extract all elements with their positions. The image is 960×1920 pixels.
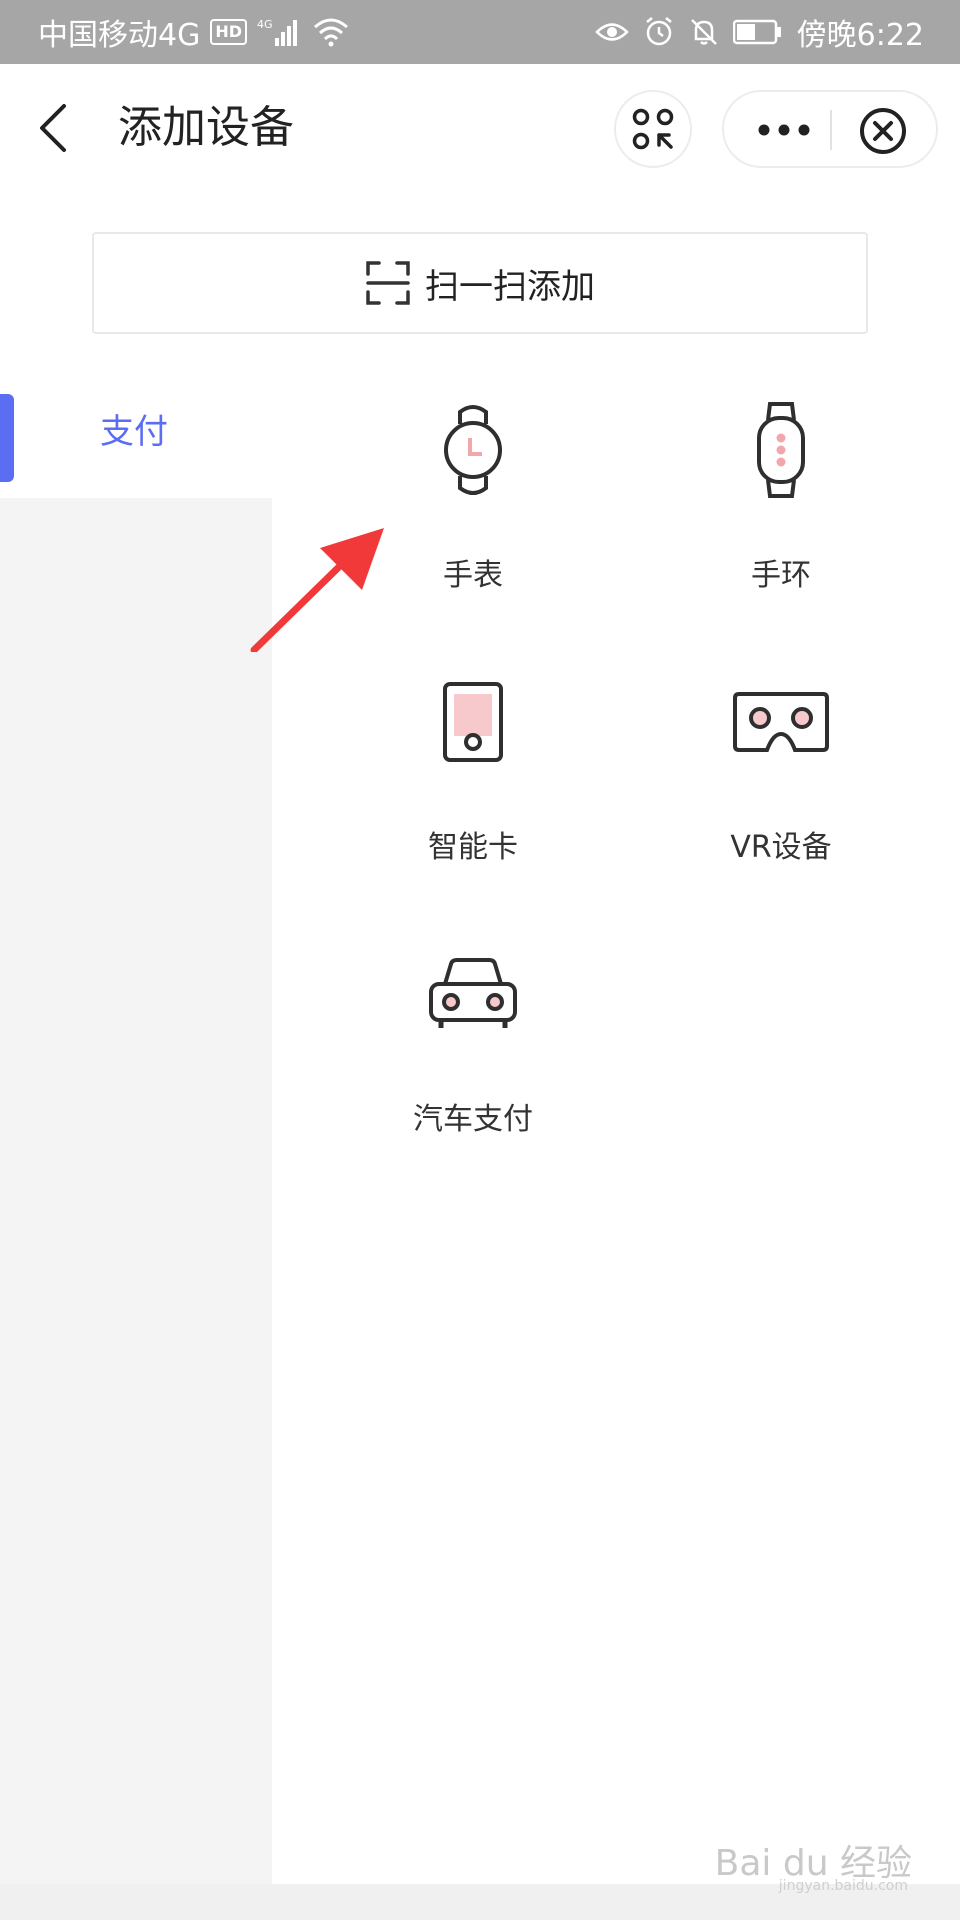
scan-code-icon xyxy=(632,108,674,150)
hd-badge: HD xyxy=(210,19,248,45)
device-item-watch[interactable]: 手表 xyxy=(358,400,588,640)
device-item-car-payment[interactable]: 汽车支付 xyxy=(358,944,588,1184)
annotation-arrow-icon xyxy=(250,528,384,652)
band-icon xyxy=(731,400,831,500)
device-item-smart-card[interactable]: 智能卡 xyxy=(358,672,588,912)
mini-program-scan-button[interactable] xyxy=(614,90,692,168)
close-button[interactable] xyxy=(858,106,908,156)
device-label: 手环 xyxy=(751,558,811,593)
mute-bell-icon xyxy=(689,17,719,47)
more-button[interactable] xyxy=(754,108,814,152)
battery-icon xyxy=(732,19,783,45)
back-button[interactable] xyxy=(36,98,84,158)
device-label: 智能卡 xyxy=(428,830,518,865)
scan-add-button[interactable]: 扫一扫添加 xyxy=(92,232,868,334)
nav-header: 添加设备 xyxy=(0,64,960,192)
capsule-menu xyxy=(722,90,938,168)
device-label: 汽车支付 xyxy=(413,1102,533,1137)
device-item-band[interactable]: 手环 xyxy=(666,400,896,640)
signal-icon: 4G xyxy=(257,16,303,48)
vr-headset-icon xyxy=(731,672,831,772)
smart-card-icon xyxy=(423,672,523,772)
device-label: 手表 xyxy=(443,558,503,593)
close-circle-icon xyxy=(860,108,906,154)
category-sidebar: 支付 xyxy=(0,376,272,1884)
more-dots-icon xyxy=(758,124,810,136)
scan-add-label: 扫一扫添加 xyxy=(425,266,595,307)
active-category-indicator xyxy=(0,394,14,482)
alarm-icon xyxy=(643,16,675,48)
scan-frame-icon xyxy=(366,261,410,305)
watch-icon xyxy=(423,400,523,500)
clock-label: 傍晚6:22 xyxy=(796,18,924,53)
status-bar: 中国移动4G HD 4G 傍晚6:22 xyxy=(0,0,960,64)
watermark-sub: jingyan.baidu.com xyxy=(778,1878,908,1894)
device-label: VR设备 xyxy=(730,830,832,865)
capsule-divider xyxy=(830,110,832,150)
wifi-icon xyxy=(313,17,349,47)
eye-icon xyxy=(594,19,629,45)
status-right: 傍晚6:22 xyxy=(594,0,924,64)
network-type-label: 4G xyxy=(257,18,273,31)
carrier-label: 中国移动4G xyxy=(38,18,201,53)
page-title: 添加设备 xyxy=(118,102,294,153)
baidu-jingyan-watermark: Bai du 经验 jingyan.baidu.com xyxy=(715,1834,912,1894)
category-label: 支付 xyxy=(100,412,168,452)
category-item-payment[interactable]: 支付 xyxy=(0,376,272,498)
device-item-vr[interactable]: VR设备 xyxy=(666,672,896,912)
status-left: 中国移动4G HD 4G xyxy=(38,0,349,64)
car-icon xyxy=(423,944,523,1044)
back-arrow-icon xyxy=(40,104,66,152)
